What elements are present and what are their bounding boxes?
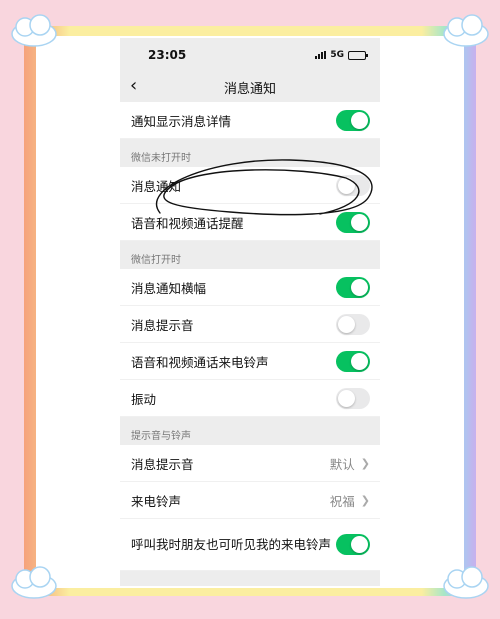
status-bar: 23:05 5G xyxy=(120,38,380,72)
setting-row[interactable]: 消息通知 xyxy=(120,167,380,204)
status-time: 23:05 xyxy=(148,48,187,62)
section-header: 微信打开时 xyxy=(131,255,181,266)
setting-row[interactable]: 呼叫我时朋友也可听见我的来电铃声 xyxy=(120,519,380,571)
setting-row[interactable]: 通知显示消息详情 xyxy=(120,102,380,139)
setting-row[interactable]: 振动 xyxy=(120,380,380,417)
setting-row[interactable]: 语音和视频通话提醒 xyxy=(120,204,380,241)
toggle-switch[interactable] xyxy=(336,313,370,335)
signal-icon xyxy=(315,51,327,59)
setting-row[interactable]: 消息通知横幅 xyxy=(120,269,380,306)
cloud-icon xyxy=(11,14,57,47)
status-indicators: 5G xyxy=(315,50,368,60)
setting-row[interactable]: 语音和视频通话来电铃声 xyxy=(120,343,380,380)
setting-row[interactable]: 消息提示音 xyxy=(120,306,380,343)
toggle-switch[interactable] xyxy=(336,174,370,196)
cloud-icon xyxy=(11,566,57,599)
setting-label: 消息通知横幅 xyxy=(131,280,207,296)
toggle-switch[interactable] xyxy=(336,387,370,409)
setting-label: 振动 xyxy=(131,391,157,407)
toggle-switch[interactable] xyxy=(336,109,370,131)
chevron-left-icon[interactable]: ‹ xyxy=(130,76,137,96)
nav-bar: ‹ 消息通知 xyxy=(120,72,380,102)
setting-label: 呼叫我时朋友也可听见我的来电铃声 xyxy=(131,537,332,552)
setting-label: 语音和视频通话提醒 xyxy=(131,215,244,231)
setting-label: 消息提示音 xyxy=(131,456,194,472)
setting-label: 通知显示消息详情 xyxy=(131,113,232,129)
setting-label: 来电铃声 xyxy=(131,493,182,509)
section-header: 提示音与铃声 xyxy=(131,431,191,442)
setting-row[interactable]: 消息提示音 默认 ❯ xyxy=(120,445,380,482)
chevron-right-icon: ❯ xyxy=(360,456,370,470)
section-header: 微信未打开时 xyxy=(131,153,191,164)
setting-label: 消息通知 xyxy=(131,178,182,194)
setting-value: 祝福 ❯ xyxy=(330,491,370,510)
toggle-switch[interactable] xyxy=(336,534,370,555)
page-title: 消息通知 xyxy=(223,81,276,97)
chevron-right-icon: ❯ xyxy=(360,493,370,507)
network-label: 5G xyxy=(330,50,344,60)
toggle-switch[interactable] xyxy=(336,211,370,233)
value-text: 祝福 xyxy=(329,493,355,509)
toggle-switch[interactable] xyxy=(336,350,370,372)
setting-label: 语音和视频通话来电铃声 xyxy=(131,354,269,370)
setting-row[interactable]: 来电铃声 祝福 ❯ xyxy=(120,482,380,519)
setting-label: 消息提示音 xyxy=(131,317,194,333)
cloud-icon xyxy=(443,14,489,47)
cloud-icon xyxy=(443,566,489,599)
phone-screen: 23:05 5G ‹ 消息通知 通知显示消息详情 微信未打开时 消息通知 语音和… xyxy=(120,38,380,586)
setting-value: 默认 ❯ xyxy=(330,454,370,473)
toggle-switch[interactable] xyxy=(336,276,370,298)
value-text: 默认 xyxy=(329,456,355,472)
battery-icon xyxy=(348,50,368,60)
